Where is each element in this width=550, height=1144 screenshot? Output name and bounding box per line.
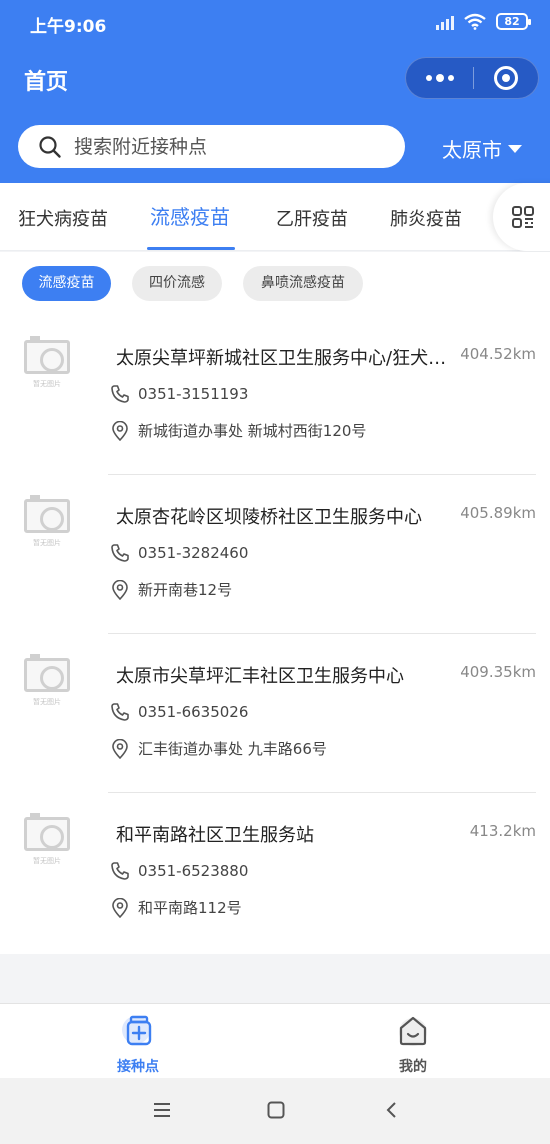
chip-influenza[interactable]: 流感疫苗 [22, 266, 111, 301]
clinic-phone: 0351-6523880 [138, 862, 249, 880]
no-image-placeholder: 暂无图片 [24, 813, 72, 867]
bottom-nav: 接种点 我的 [0, 1003, 550, 1078]
wifi-icon [464, 13, 486, 30]
vaccine-bottle-icon [122, 1015, 152, 1046]
clinic-distance: 413.2km [469, 822, 536, 840]
clinic-address-row: 汇丰街道办事处 九丰路66号 [110, 738, 327, 759]
clinic-name: 和平南路社区卫生服务站 [116, 825, 314, 846]
camera-icon [24, 813, 70, 851]
system-nav-bar [0, 1078, 550, 1144]
status-icons: 82 [436, 13, 531, 30]
clinic-address: 和平南路112号 [138, 899, 242, 917]
header: 上午9:06 82 首页 太原市 [0, 0, 550, 183]
clinic-name: 太原尖草坪新城社区卫生服务中心/狂犬病防治门诊 [116, 348, 456, 369]
no-image-caption: 暂无图片 [33, 380, 61, 388]
clinic-phone-row[interactable]: 0351-3282460 [110, 543, 248, 563]
search-input[interactable] [74, 135, 364, 158]
clinic-phone: 0351-3282460 [138, 544, 249, 562]
nav-label: 接种点 [117, 1059, 159, 1075]
city-selector[interactable]: 太原市 [442, 134, 522, 163]
location-pin-icon [112, 738, 128, 759]
home-icon[interactable] [266, 1100, 286, 1120]
tab-influenza[interactable]: 流感疫苗 [150, 201, 230, 230]
no-image-caption: 暂无图片 [33, 857, 61, 865]
back-icon[interactable] [382, 1100, 402, 1120]
clinic-address-row: 和平南路112号 [110, 897, 242, 918]
location-pin-icon [112, 579, 128, 600]
status-time: 上午9:06 [30, 17, 107, 37]
phone-icon [111, 703, 129, 721]
more-icon[interactable] [406, 58, 473, 98]
menu-icon[interactable] [152, 1100, 172, 1120]
list-item[interactable]: 暂无图片 太原尖草坪新城社区卫生服务中心/狂犬病防治门诊 404.52km 03… [0, 316, 550, 475]
clinic-address: 新开南巷12号 [138, 581, 233, 599]
clinic-address: 汇丰街道办事处 九丰路66号 [138, 740, 327, 758]
nav-vaccination-sites[interactable]: 接种点 [88, 1012, 188, 1076]
list-item[interactable]: 暂无图片 太原市尖草坪汇丰社区卫生服务中心 409.35km 0351-6635… [0, 634, 550, 793]
chip-nasal-spray[interactable]: 鼻喷流感疫苗 [243, 266, 363, 301]
clinic-distance: 404.52km [460, 345, 536, 363]
clinic-phone-row[interactable]: 0351-3151193 [110, 384, 248, 404]
battery-icon: 82 [496, 13, 531, 30]
camera-icon [24, 654, 70, 692]
clinic-address-row: 新城街道办事处 新城村西街120号 [110, 420, 366, 441]
city-label: 太原市 [442, 138, 502, 162]
phone-icon [111, 862, 129, 880]
tab-pneumonia[interactable]: 肺炎疫苗 [390, 205, 462, 231]
camera-icon [24, 336, 70, 374]
miniprogram-capsule [405, 57, 539, 99]
list-item[interactable]: 暂无图片 太原杏花岭区坝陵桥社区卫生服务中心 405.89km 0351-328… [0, 475, 550, 634]
house-smile-icon [399, 1016, 427, 1046]
no-image-placeholder: 暂无图片 [24, 654, 72, 708]
search-icon [39, 135, 61, 158]
clinic-distance: 405.89km [460, 504, 536, 522]
clinic-name: 太原市尖草坪汇丰社区卫生服务中心 [116, 666, 404, 687]
caret-down-icon [508, 144, 522, 153]
nav-label: 我的 [399, 1059, 427, 1075]
no-image-caption: 暂无图片 [33, 539, 61, 547]
clinic-phone: 0351-6635026 [138, 703, 249, 721]
vaccine-tabs: 狂犬病疫苗 流感疫苗 乙肝疫苗 肺炎疫苗 [0, 183, 550, 251]
close-miniprogram-icon[interactable] [474, 58, 538, 98]
grid-icon [512, 206, 534, 228]
clinic-address: 新城街道办事处 新城村西街120号 [138, 422, 367, 440]
clinic-phone-row[interactable]: 0351-6635026 [110, 702, 248, 722]
tab-rabies[interactable]: 狂犬病疫苗 [18, 205, 108, 231]
list-item[interactable]: 暂无图片 和平南路社区卫生服务站 413.2km 0351-6523880 和平… [0, 793, 550, 952]
clinic-list: 暂无图片 太原尖草坪新城社区卫生服务中心/狂犬病防治门诊 404.52km 03… [0, 316, 550, 954]
location-pin-icon [112, 420, 128, 441]
phone-icon [111, 385, 129, 403]
signal-icon [436, 14, 454, 30]
chip-quadrivalent[interactable]: 四价流感 [132, 266, 222, 301]
page-title: 首页 [24, 70, 69, 95]
no-image-placeholder: 暂无图片 [24, 336, 72, 390]
clinic-distance: 409.35km [460, 663, 536, 681]
phone-icon [111, 544, 129, 562]
camera-icon [24, 495, 70, 533]
active-tab-indicator [147, 247, 235, 250]
clinic-name: 太原杏花岭区坝陵桥社区卫生服务中心 [116, 507, 422, 528]
no-image-caption: 暂无图片 [33, 698, 61, 706]
tab-hepatitis-b[interactable]: 乙肝疫苗 [276, 205, 348, 231]
clinic-address-row: 新开南巷12号 [110, 579, 232, 600]
status-bar: 上午9:06 82 [0, 0, 550, 46]
nav-profile[interactable]: 我的 [363, 1012, 463, 1076]
no-image-placeholder: 暂无图片 [24, 495, 72, 549]
location-pin-icon [112, 897, 128, 918]
vaccine-type-chips: 流感疫苗 四价流感 鼻喷流感疫苗 [0, 252, 550, 316]
clinic-phone: 0351-3151193 [138, 385, 249, 403]
search-box[interactable] [18, 125, 405, 168]
clinic-phone-row[interactable]: 0351-6523880 [110, 861, 248, 881]
